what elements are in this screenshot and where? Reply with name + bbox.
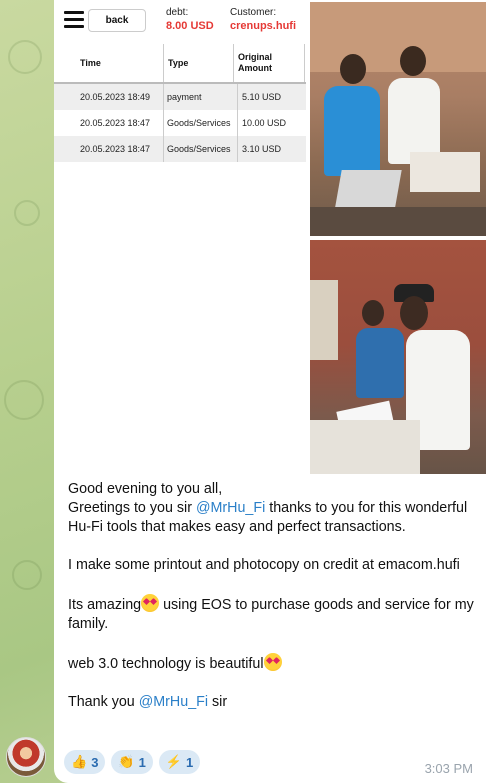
mention-link[interactable]: @MrHu_Fi <box>196 500 265 516</box>
table-row: 20.05.2023 18:47 Goods/Services 3.10 USD <box>54 136 306 162</box>
back-button: back <box>88 9 146 32</box>
text-line: Its amazing using EOS to purchase goods … <box>68 594 476 634</box>
text-paragraph: I make some printout and photocopy on cr… <box>68 557 460 573</box>
receipt-image[interactable]: back debt: 8.00 USD Customer: crenups.hu… <box>54 0 306 464</box>
clapping-hands-icon: 👏 <box>118 754 135 769</box>
lightning-icon: ⚡ <box>165 754 183 769</box>
customer-label: Customer: <box>230 7 277 18</box>
printer <box>410 152 480 192</box>
divider <box>163 44 164 82</box>
text-line: Thank you @MrHu_Fi sir <box>68 694 228 710</box>
bg-doodle <box>14 200 40 226</box>
mention-link[interactable]: @MrHu_Fi <box>139 694 208 710</box>
reaction-lightning[interactable]: ⚡ 1 <box>158 750 201 774</box>
cell-type: Goods/Services <box>167 118 231 128</box>
message-text: Good evening to you all, Greetings to yo… <box>68 480 476 712</box>
reaction-count: 1 <box>138 754 146 770</box>
message-timestamp: 3:03 PM <box>424 761 473 776</box>
bg-doodle <box>12 560 42 590</box>
thumbs-up-icon: 👍 <box>71 754 88 769</box>
heart-eyes-emoji-icon <box>263 653 282 671</box>
text-greeting: Good evening to you all, <box>68 481 223 497</box>
debt-label: debt: <box>166 7 189 18</box>
cell-type: Goods/Services <box>167 144 231 154</box>
reaction-count: 3 <box>91 754 99 770</box>
person-head <box>362 300 384 326</box>
person-head <box>340 54 366 84</box>
reaction-thumbs-up[interactable]: 👍 3 <box>64 750 106 774</box>
laptop <box>334 170 402 212</box>
divider <box>233 44 234 82</box>
person-shirt <box>356 328 404 398</box>
cell-time: 20.05.2023 18:47 <box>80 118 151 128</box>
bg-doodle <box>4 380 44 420</box>
photocopier <box>310 420 420 474</box>
person-shirt-blue <box>324 86 380 176</box>
column-header-amount: Original Amount <box>238 52 273 73</box>
heart-eyes-emoji-icon <box>141 594 160 612</box>
cell-time: 20.05.2023 18:49 <box>80 92 151 102</box>
transactions-table: Time Type Original Amount 20.05.2023 18:… <box>54 44 306 162</box>
table-row: 20.05.2023 18:49 payment 5.10 USD <box>54 84 306 110</box>
photo-wall <box>310 2 486 72</box>
receipt-header: back debt: 8.00 USD Customer: crenups.hu… <box>54 0 306 42</box>
table-header: Time Type Original Amount <box>54 44 306 84</box>
photo-photocopy[interactable] <box>310 240 486 474</box>
reaction-clap[interactable]: 👏 1 <box>111 750 153 774</box>
column-header-type: Type <box>168 58 189 68</box>
photo-shop-counter[interactable] <box>310 2 486 236</box>
person-head <box>400 296 428 330</box>
cell-amount: 10.00 USD <box>242 118 287 128</box>
customer-value: crenups.hufi <box>230 20 297 32</box>
window <box>310 280 338 360</box>
text-line: web 3.0 technology is beautiful <box>68 653 476 674</box>
cell-amount: 3.10 USD <box>242 144 282 154</box>
sender-avatar[interactable] <box>6 737 46 777</box>
cell-amount: 5.10 USD <box>242 92 282 102</box>
cell-type: payment <box>167 92 202 102</box>
desk <box>310 207 486 236</box>
person-head <box>400 46 426 76</box>
menu-icon <box>64 11 84 28</box>
cell-time: 20.05.2023 18:47 <box>80 144 151 154</box>
bg-doodle <box>8 40 42 74</box>
table-row: 20.05.2023 18:47 Goods/Services 10.00 US… <box>54 110 306 136</box>
divider <box>304 44 305 82</box>
debt-value: 8.00 USD <box>166 20 214 32</box>
reactions-bar: 👍 3 👏 1 ⚡ 1 <box>64 750 201 774</box>
column-header-time: Time <box>80 58 101 68</box>
reaction-count: 1 <box>186 754 194 770</box>
text-line: Greetings to you sir @MrHu_Fi thanks to … <box>68 500 468 535</box>
